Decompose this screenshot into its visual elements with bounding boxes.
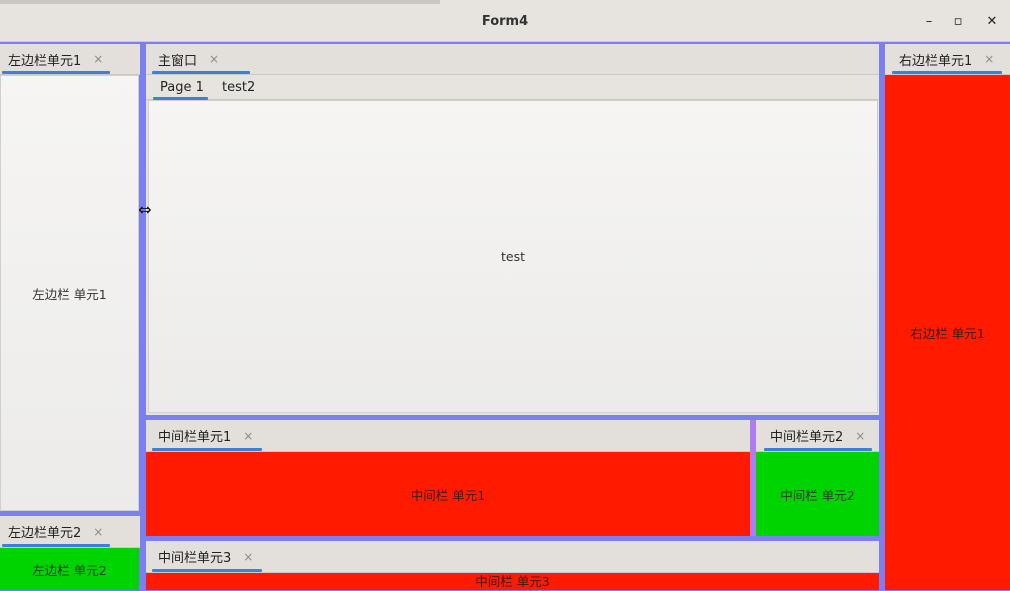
tab-label: 中间栏单元3 [158,551,232,566]
right-panel-1-text: 右边栏 单元1 [910,326,985,341]
tab-label: 主窗口 [158,53,198,69]
middle-panel-2-text: 中间栏 单元2 [780,487,855,503]
left-panel-2-text: 左边栏 单元2 [32,562,107,578]
close-icon[interactable]: × [93,525,103,539]
main-window-tabstrip: 主窗口 × [146,44,879,75]
middle-panel-1-tabstrip: 中间栏单元1 × [146,420,750,452]
close-icon[interactable]: × [855,429,865,443]
close-icon[interactable]: × [984,52,994,66]
right-panel-1-tabstrip: 右边栏单元1 × [885,44,1010,75]
close-icon[interactable]: × [243,550,253,564]
active-tab-indicator [152,448,262,451]
window-close-button[interactable]: ✕ [980,10,1004,34]
main-window-area: Page 1 test2 test [146,75,879,415]
left-panel-1-text: 左边栏 单元1 [32,286,107,302]
left-panel-1-tabstrip: 左边栏单元1 × [0,44,140,75]
middle-panel-3-tabstrip: 中间栏单元3 × [146,541,879,573]
tab-page-1[interactable]: Page 1 [154,75,210,99]
tab-label: 右边栏单元1 [899,53,973,69]
left-panel-1-content: 左边栏 单元1 [0,75,139,511]
middle-panel-1-content: 中间栏 单元1 [146,452,750,536]
tab-label: 左边栏单元2 [8,526,82,541]
close-icon[interactable]: × [209,52,219,66]
tab-test2[interactable]: test2 [216,75,261,99]
tab-middle-panel-1[interactable]: 中间栏单元1 × [152,420,259,451]
right-panel-1-content: 右边栏 单元1 [885,75,1010,590]
active-tab-indicator [2,544,110,547]
main-inner-tabbar: Page 1 test2 [146,75,879,100]
middle-panel-1-text: 中间栏 单元1 [410,487,486,503]
tab-label: 左边栏单元1 [8,53,82,69]
minimize-button[interactable]: – [917,10,941,34]
tab-label: 中间栏单元1 [158,430,232,445]
tab-right-panel-1[interactable]: 右边栏单元1 × [893,44,1000,74]
tab-middle-panel-2[interactable]: 中间栏单元2 × [764,420,871,451]
window-title: Form4 [481,14,529,29]
close-icon[interactable]: × [93,52,103,66]
active-tab-indicator [152,71,250,74]
left-panel-2-tabstrip: 左边栏单元2 × [0,516,140,548]
maximize-button[interactable]: ▫ [946,10,970,34]
middle-panel-3-text: 中间栏 单元3 [475,574,550,589]
tab-label: Page 1 [160,79,204,95]
active-tab-indicator [892,71,1002,74]
main-window-content: test [148,100,878,413]
tab-middle-panel-3[interactable]: 中间栏单元3 × [152,541,259,572]
tab-left-panel-2[interactable]: 左边栏单元2 × [2,516,109,547]
tab-left-panel-1[interactable]: 左边栏单元1 × [2,44,109,74]
main-content-text: test [500,249,525,264]
close-icon[interactable]: × [243,429,253,443]
tab-label: test2 [222,79,256,95]
tab-label: 中间栏单元2 [770,430,844,445]
middle-panel-2-content: 中间栏 单元2 [756,452,879,536]
active-tab-indicator [2,71,110,74]
middle-panel-3-content: 中间栏 单元3 [146,573,879,590]
active-tab-indicator [152,569,262,572]
tab-main-window[interactable]: 主窗口 × [152,44,225,74]
active-tab-indicator [764,448,872,451]
resize-cursor-icon: ⇔ [138,200,152,219]
left-panel-2-content: 左边栏 单元2 [0,548,139,590]
middle-panel-2-tabstrip: 中间栏单元2 × [756,420,879,452]
